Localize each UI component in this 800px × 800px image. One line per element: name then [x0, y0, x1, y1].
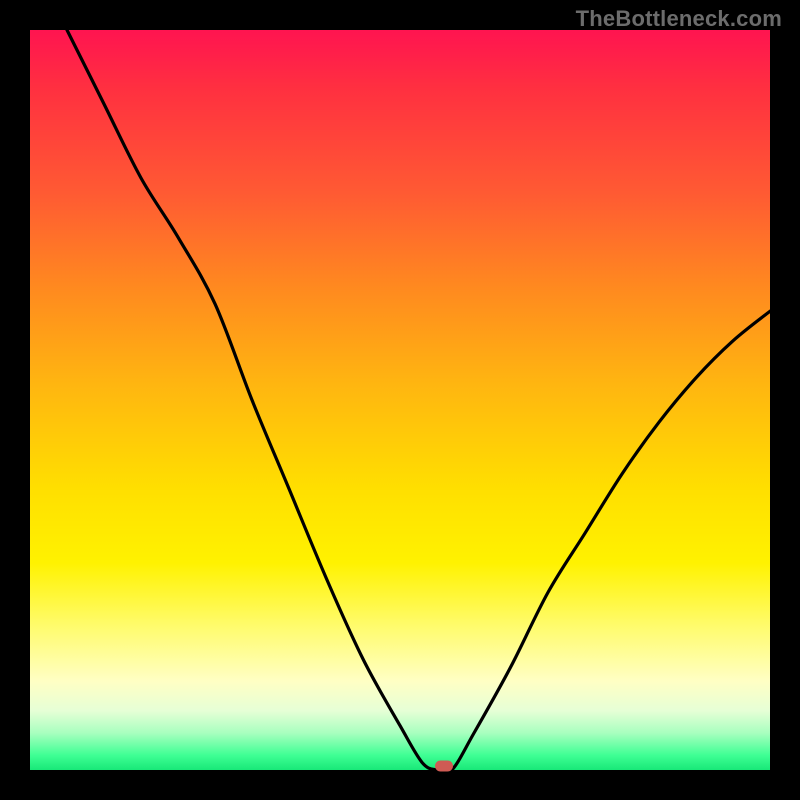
chart-frame: TheBottleneck.com [0, 0, 800, 800]
minimum-marker [435, 761, 453, 772]
watermark-text: TheBottleneck.com [576, 6, 782, 32]
plot-area [30, 30, 770, 770]
bottleneck-curve [30, 30, 770, 770]
curve-path [67, 30, 770, 770]
